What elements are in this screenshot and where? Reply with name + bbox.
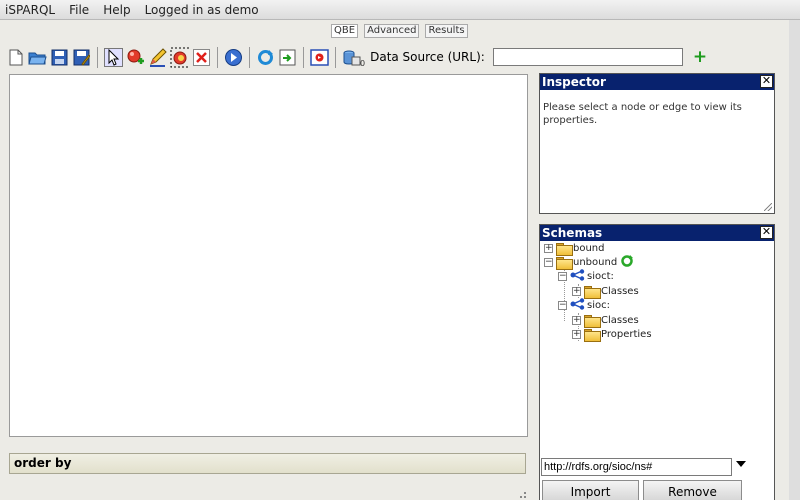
toolbar-separator [217, 46, 218, 68]
datasource-icon[interactable] [342, 48, 361, 67]
refresh-icon[interactable] [256, 48, 275, 67]
resize-grip-icon[interactable] [764, 203, 772, 211]
tree-label: Classes [601, 285, 639, 297]
toolbar-separator [97, 46, 98, 68]
tree-label: sioct: [587, 270, 614, 282]
remove-button[interactable]: Remove [643, 480, 742, 500]
menu-bar: iSPARQL File Help Logged in as demo [0, 0, 800, 20]
load-query-icon[interactable] [310, 48, 329, 67]
datasource-label: Data Source (URL): [370, 50, 485, 64]
open-folder-icon[interactable] [28, 48, 47, 67]
resize-grip-icon[interactable] [520, 492, 526, 498]
menu-file[interactable]: File [69, 3, 89, 17]
schema-graph-icon [570, 297, 585, 313]
inspector-title: Inspector [542, 75, 606, 89]
delete-icon[interactable] [192, 48, 211, 67]
schemas-title-bar: Schemas ✕ [540, 225, 774, 241]
tab-qbe[interactable]: QBE [331, 24, 359, 38]
run-query-icon[interactable] [224, 48, 243, 67]
query-canvas[interactable] [9, 74, 528, 437]
collapse-toggle[interactable]: − [544, 257, 553, 267]
tree-label: Properties [601, 328, 652, 340]
tree-label: unbound [573, 256, 618, 268]
menu-help[interactable]: Help [103, 3, 130, 17]
add-datasource-button[interactable]: + [693, 47, 707, 67]
tree-label: Classes [601, 314, 639, 326]
refresh-icon[interactable] [620, 254, 634, 271]
import-button[interactable]: Import [542, 480, 639, 500]
tree-item-sioct-classes[interactable]: + Classes [572, 284, 639, 299]
login-status: Logged in as demo [144, 2, 259, 17]
add-node-icon[interactable] [126, 48, 145, 67]
inspector-message: Please select a node or edge to view its… [543, 102, 742, 126]
folder-icon [556, 242, 573, 256]
expand-toggle[interactable]: + [572, 315, 581, 325]
tree-item-sioc[interactable]: − sioc: [558, 297, 610, 313]
toolbar-separator [303, 46, 304, 68]
tab-advanced[interactable]: Advanced [364, 24, 420, 38]
inspector-title-bar: Inspector ✕ [540, 74, 774, 90]
expand-toggle[interactable]: + [544, 243, 553, 253]
save-as-icon[interactable] [72, 48, 91, 67]
inspector-panel: Inspector ✕ Please select a node or edge… [539, 73, 775, 214]
folder-icon [584, 314, 601, 328]
select-pointer-icon[interactable] [104, 47, 123, 67]
new-file-icon[interactable] [6, 48, 25, 67]
folder-icon [584, 328, 601, 342]
schema-uri-input[interactable] [541, 458, 732, 476]
window-scrollbar[interactable] [789, 20, 800, 500]
toolbar-separator [249, 46, 250, 68]
save-icon[interactable] [50, 48, 69, 67]
tree-item-sioct[interactable]: − sioct: [558, 268, 614, 284]
inspector-close-button[interactable]: ✕ [760, 75, 773, 88]
tree-item-unbound[interactable]: − unbound [544, 254, 634, 271]
order-by-bar[interactable]: order by [9, 453, 526, 474]
toolbar-separator [335, 46, 336, 68]
folder-icon [556, 256, 573, 270]
folder-icon [584, 285, 601, 299]
expand-toggle[interactable]: + [572, 286, 581, 296]
add-group-icon[interactable] [170, 47, 189, 67]
chevron-down-icon[interactable] [736, 461, 746, 467]
tree-label: sioc: [587, 299, 610, 311]
schemas-title: Schemas [542, 226, 603, 240]
expand-toggle[interactable]: + [572, 329, 581, 339]
tree-label: bound [573, 242, 605, 254]
collapse-toggle[interactable]: − [558, 300, 567, 310]
tree-item-sioc-properties[interactable]: + Properties [572, 327, 652, 342]
view-tabs: QBE Advanced Results [331, 24, 474, 38]
tree-item-bound[interactable]: + bound [544, 241, 605, 256]
schema-tree: + bound − unbound − sioct: + Classes − s… [540, 241, 774, 342]
app-title: iSPARQL [5, 2, 56, 17]
tree-item-sioc-classes[interactable]: + Classes [572, 313, 639, 328]
toolbar: 0 Data Source (URL): + [6, 45, 707, 69]
datasource-url-input[interactable] [492, 48, 683, 66]
draw-edge-icon[interactable] [148, 47, 167, 67]
schemas-close-button[interactable]: ✕ [760, 226, 773, 239]
import-icon[interactable] [278, 48, 297, 67]
schema-graph-icon [570, 268, 585, 284]
tab-results[interactable]: Results [425, 24, 468, 38]
collapse-toggle[interactable]: − [558, 271, 567, 281]
datasource-count: 0 [360, 58, 366, 68]
